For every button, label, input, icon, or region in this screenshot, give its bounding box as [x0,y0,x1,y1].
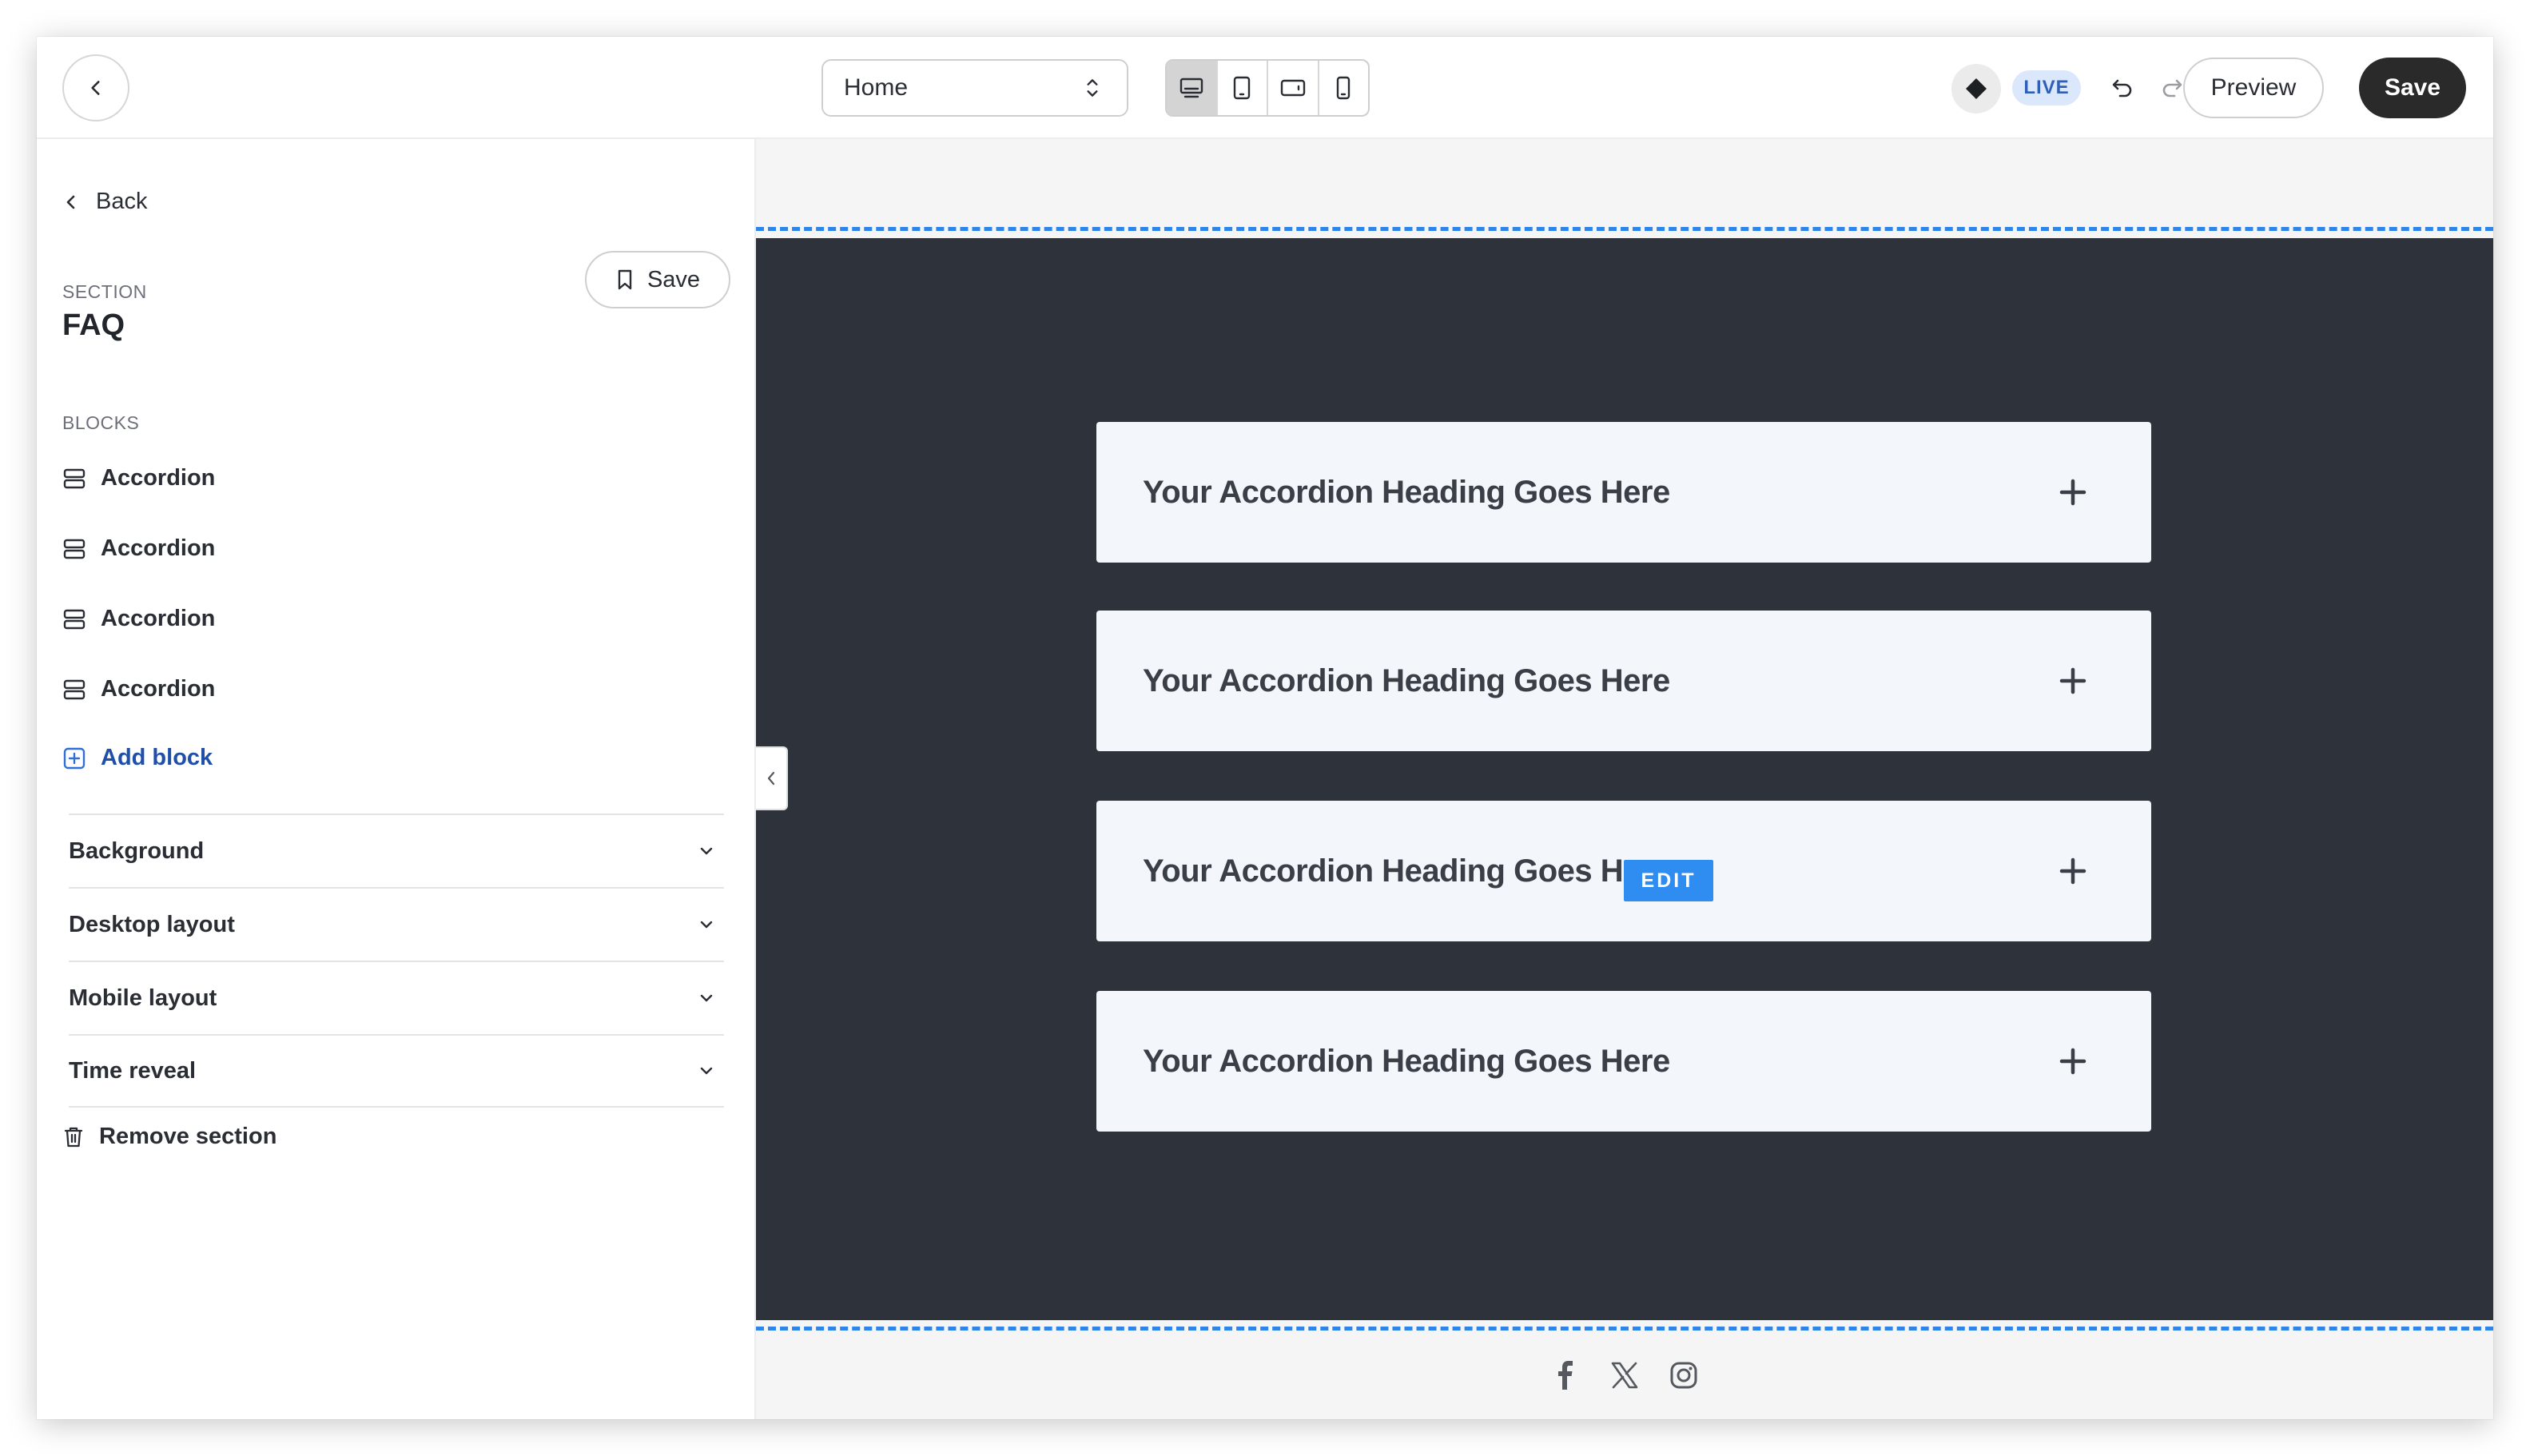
undo-button[interactable] [2106,72,2138,104]
mobile-icon [1337,76,1351,100]
x-icon [1611,1362,1638,1389]
settings-row-label: Desktop layout [69,911,235,937]
block-item-label: Accordion [101,606,216,631]
section-settings-sidebar: Back SECTION FAQ Save BLOCKS Accordion A… [37,139,756,1419]
trash-icon [64,1127,83,1147]
settings-row-desktop-layout[interactable]: Desktop layout [69,887,724,961]
chevron-down-icon [700,994,713,1002]
chevron-down-icon [700,921,713,929]
accordion-item[interactable]: Your Accordion Heading Goes Here [1096,422,2151,563]
x-link[interactable] [1609,1360,1640,1390]
chevron-up-down-icon [1087,79,1098,97]
section-selection-border-top [756,227,2493,231]
plus-square-icon [63,747,86,769]
settings-row-label: Mobile layout [69,985,217,1011]
tablet-landscape-icon [1280,79,1305,97]
settings-row-label: Background [69,837,205,864]
device-switcher [1165,59,1370,117]
facebook-icon [1558,1361,1573,1390]
exit-editor-button[interactable] [62,54,129,121]
page-select[interactable]: Home [821,59,1128,117]
block-item-label: Accordion [101,676,216,702]
device-tablet-landscape-button[interactable] [1268,61,1319,115]
instagram-link[interactable] [1669,1360,1699,1390]
chevron-left-icon [91,81,100,95]
block-item-label: Accordion [101,535,216,561]
remove-section-label: Remove section [99,1124,277,1149]
blocks-kicker: BLOCKS [62,412,140,433]
settings-row-background[interactable]: Background [69,814,724,887]
accordion-item[interactable]: Your Accordion Heading Goes Here [1096,611,2151,751]
section-kicker: SECTION [62,281,147,302]
page-select-value: Home [844,74,909,101]
back-link[interactable]: Back [62,189,147,215]
back-label: Back [96,189,148,214]
add-block-label: Add block [101,745,213,770]
block-item[interactable]: Accordion [62,606,215,632]
save-section-button[interactable]: Save [585,251,730,308]
tablet-icon [1234,76,1251,100]
upgrade-button[interactable] [1951,64,2001,113]
undo-icon [2112,79,2132,97]
settings-row-mobile-layout[interactable]: Mobile layout [69,961,724,1034]
block-item[interactable]: Accordion [62,535,215,562]
accordion-heading: Your Accordion Heading Goes Here [1143,662,1670,698]
bookmark-icon [618,269,632,290]
device-mobile-button[interactable] [1319,61,1369,115]
top-bar: Home LIVE Preview Save [37,37,2493,139]
plus-icon [2059,479,2086,506]
block-item-label: Accordion [101,465,216,491]
add-block-button[interactable]: Add block [62,745,213,771]
block-item[interactable]: Accordion [62,465,215,491]
page-preview-canvas: Your Accordion Heading Goes Here Your Ac… [756,139,2493,1419]
footer-social-links [756,1360,2493,1390]
collapse-sidebar-button[interactable] [756,746,788,810]
faq-section[interactable]: Your Accordion Heading Goes Here Your Ac… [756,238,2493,1320]
accordion-item[interactable]: Your Accordion Heading Goes Here [1096,991,2151,1132]
accordion-heading: Your Accordion Heading Goes Here [1143,474,1670,510]
chevron-down-icon [700,847,713,855]
facebook-link[interactable] [1550,1360,1581,1390]
preview-button[interactable]: Preview [2183,58,2324,118]
plus-icon [2059,1048,2086,1075]
settings-row-time-reveal[interactable]: Time reveal [69,1034,724,1108]
chevron-left-icon [767,771,775,786]
plus-icon [2059,857,2086,885]
live-status-badge[interactable]: LIVE [2012,70,2081,105]
chevron-down-icon [700,1067,713,1075]
redo-icon [2162,79,2182,97]
device-tablet-button[interactable] [1218,61,1268,115]
block-item[interactable]: Accordion [62,676,215,702]
plus-icon [2059,667,2086,694]
section-title: FAQ [62,308,125,342]
settings-row-label: Time reveal [69,1057,197,1084]
save-button[interactable]: Save [2359,58,2466,118]
diamond-icon [1966,78,1987,99]
save-section-label: Save [646,266,701,292]
accordion-icon [63,679,86,699]
accordion-heading: Your Accordion Heading Goes Here [1143,853,1670,889]
editor-window: Home LIVE Preview Save Back SECTION FAQ … [37,37,2493,1419]
section-selection-border-bottom [756,1327,2493,1331]
edit-block-tag[interactable]: EDIT [1624,860,1713,901]
accordion-heading: Your Accordion Heading Goes Here [1143,1043,1670,1079]
desktop-icon [1179,78,1203,98]
instagram-icon [1670,1362,1697,1389]
accordion-icon [63,609,86,629]
accordion-icon [63,468,86,488]
device-desktop-button[interactable] [1167,61,1218,115]
remove-section-button[interactable]: Remove section [62,1124,276,1150]
accordion-icon [63,539,86,559]
chevron-left-icon [66,195,75,209]
